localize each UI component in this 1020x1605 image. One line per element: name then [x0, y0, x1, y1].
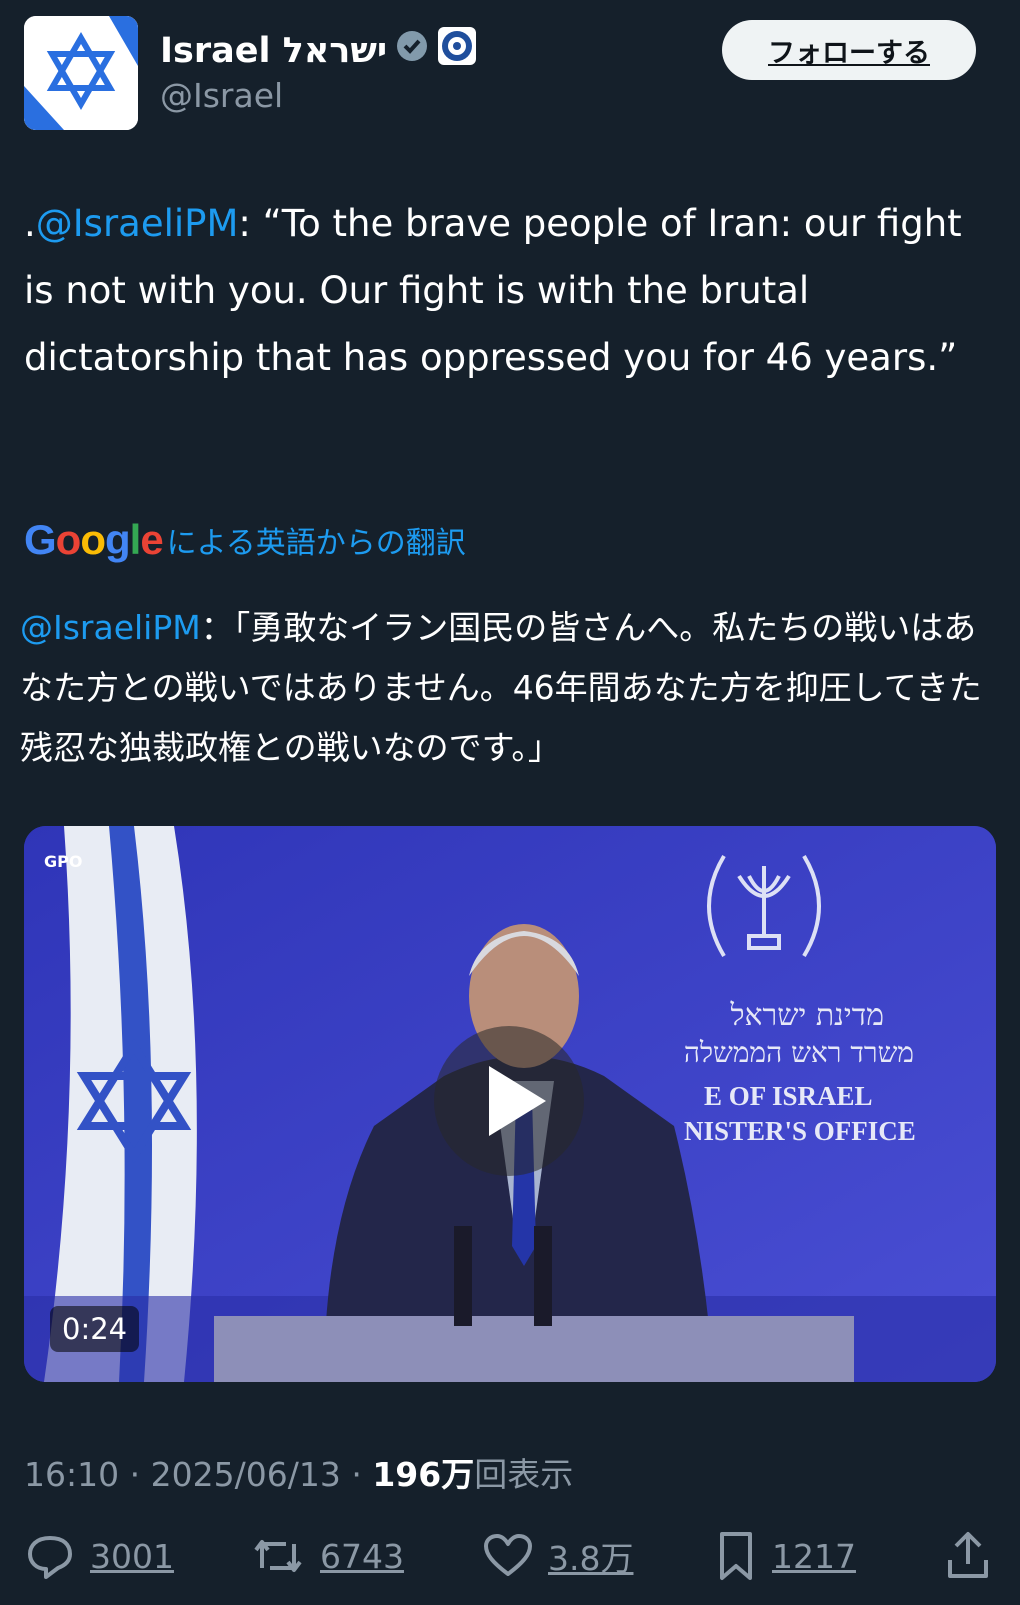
gpo-watermark: GPO [44, 852, 83, 871]
mention-prefix: . [24, 202, 36, 245]
video-duration: 0:24 [50, 1306, 140, 1352]
video-player[interactable]: GPO מדינת ישראל משרד ראש הממשלה E OF ISR… [24, 826, 996, 1382]
handle[interactable]: @Israel [160, 76, 283, 115]
repost-icon [254, 1540, 302, 1572]
verified-badge-icon [395, 29, 429, 72]
translated-mention-link[interactable]: @IsraeliPM [20, 608, 201, 647]
play-button[interactable] [434, 1026, 584, 1176]
sign-hebrew-1: מדינת ישראל [730, 998, 884, 1033]
like-count: 3.8万 [548, 1539, 634, 1578]
display-name[interactable]: Israel ישראל [160, 26, 477, 75]
share-icon [948, 1532, 988, 1578]
bookmark-button[interactable]: 1217 [714, 1530, 856, 1582]
views-count: 196万 [372, 1455, 475, 1494]
heart-icon [484, 1534, 532, 1576]
action-bar: 3001 6743 3.8万 1217 [0, 1530, 1020, 1590]
share-button[interactable] [944, 1530, 992, 1582]
bookmark-count: 1217 [772, 1536, 856, 1576]
google-logo: Google [24, 516, 164, 563]
tweet-date[interactable]: 2025/06/13 [151, 1455, 341, 1494]
tweet-meta: 16:10 · 2025/06/13 · 196万回表示 [24, 1448, 573, 1496]
translation-label: による英語からの翻訳 [166, 526, 466, 561]
tweet-text: .@IsraeliPM: “To the brave people of Ira… [24, 190, 984, 391]
views-label: 回表示 [474, 1455, 574, 1494]
reply-button[interactable]: 3001 [24, 1530, 174, 1582]
like-button[interactable]: 3.8万 [482, 1530, 633, 1582]
reply-count: 3001 [90, 1536, 174, 1576]
sign-english-1: E OF ISRAEL [704, 1081, 873, 1111]
reply-icon [28, 1536, 72, 1579]
display-name-text: Israel ישראל [160, 30, 388, 71]
bookmark-icon [720, 1532, 752, 1580]
repost-count: 6743 [320, 1536, 404, 1576]
sign-hebrew-2: משרד ראש הממשלה [683, 1036, 914, 1069]
translation-attribution[interactable]: Google による英語からの翻訳 [24, 516, 466, 564]
meta-separator: · [129, 1455, 141, 1494]
play-icon [489, 1066, 546, 1136]
repost-button[interactable]: 6743 [250, 1530, 404, 1582]
meta-separator-2: · [351, 1455, 362, 1494]
avatar[interactable] [24, 16, 138, 130]
mention-link[interactable]: @IsraeliPM [36, 202, 239, 245]
follow-button[interactable]: フォローする [722, 20, 976, 80]
sign-english-2: NISTER'S OFFICE [684, 1116, 916, 1146]
tweet-time[interactable]: 16:10 [24, 1455, 119, 1494]
affiliate-badge-icon [437, 26, 477, 75]
translated-text: @IsraeliPM：「勇敢なイラン国民の皆さんへ。私たちの戦いはあなた方との戦… [20, 598, 1005, 778]
